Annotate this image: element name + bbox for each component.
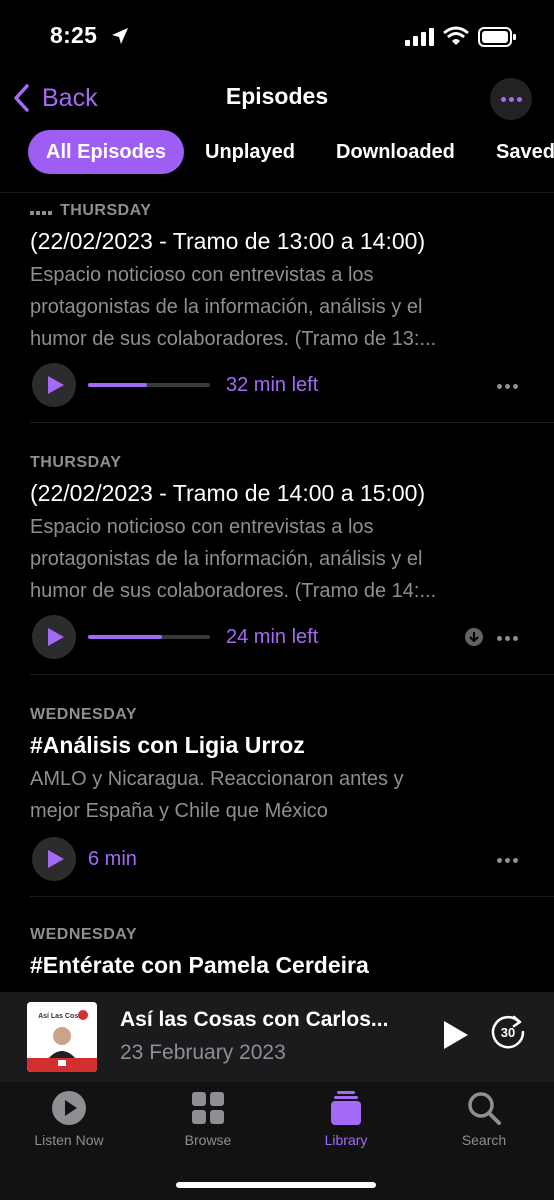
episode-title: #Entérate con Pamela Cerdeira — [30, 952, 369, 978]
downloaded-icon — [465, 628, 483, 646]
tab-listen-now[interactable]: Listen Now — [14, 1090, 124, 1148]
mini-player[interactable]: Así Las Cosas Así las Cosas con Carlos..… — [0, 992, 554, 1082]
progress-fill — [88, 635, 163, 639]
location-arrow-icon — [112, 28, 128, 44]
episode-more-button[interactable] — [497, 380, 525, 392]
more-options-button[interactable] — [490, 78, 532, 120]
episode-day: THURSDAY — [60, 202, 152, 220]
tab-label: Search — [461, 1132, 507, 1148]
time-remaining: 24 min left — [226, 626, 319, 648]
episode-day-row: THURSDAY — [30, 202, 151, 220]
page-title: Episodes — [225, 83, 329, 109]
cellular-signal-icon — [405, 28, 434, 46]
episode-description: AMLO y Nicaragua. Reaccionaron antes y m… — [30, 763, 530, 827]
episode-title: #Análisis con Ligia Urroz — [30, 732, 305, 758]
episode-description: Espacio noticioso con entrevistas a los … — [30, 511, 530, 607]
episode-title: (22/02/2023 - Tramo de 13:00 a 14:00) — [30, 228, 426, 254]
episode-description-line: protagonistas de la información, análisi… — [30, 548, 423, 570]
episode-description-line: mejor España y Chile que México — [30, 800, 328, 822]
episode-list[interactable]: THURSDAY (22/02/2023 - Tramo de 13:00 a … — [0, 192, 554, 992]
skip-seconds-label: 30 — [501, 1025, 515, 1040]
episode-more-button[interactable] — [497, 632, 525, 644]
episode-day: THURSDAY — [30, 454, 122, 471]
play-circle-icon — [52, 1091, 86, 1125]
episode-day: WEDNESDAY — [30, 926, 138, 943]
play-icon — [47, 376, 64, 394]
magnifier-icon — [468, 1092, 501, 1125]
play-icon — [47, 628, 64, 646]
progress-fill — [88, 383, 147, 387]
progress-bar — [88, 383, 210, 387]
play-icon — [47, 850, 64, 868]
progress-bar — [88, 635, 210, 639]
filter-all-episodes[interactable]: All Episodes — [28, 130, 185, 174]
tab-search[interactable]: Search — [429, 1090, 539, 1148]
podcast-artwork: Así Las Cosas — [27, 1002, 97, 1072]
episode-description-line: protagonistas de la información, análisi… — [30, 296, 423, 318]
divider — [30, 422, 554, 423]
filter-saved[interactable]: Saved — [478, 130, 554, 174]
now-playing-title: Así las Cosas con Carlos... — [120, 1008, 389, 1031]
now-playing-date: 23 February 2023 — [120, 1041, 286, 1064]
tab-label: Library — [324, 1132, 368, 1148]
episode-description-line: Espacio noticioso con entrevistas a los — [30, 264, 374, 286]
time-remaining: 32 min left — [226, 374, 319, 396]
in-progress-dots-icon — [30, 202, 54, 220]
battery-icon — [478, 27, 516, 47]
filter-unplayed[interactable]: Unplayed — [187, 130, 313, 174]
divider — [30, 896, 554, 897]
episode-description-line: humor de sus colaboradores. (Tramo de 14… — [30, 580, 437, 602]
library-stack-icon — [331, 1091, 361, 1125]
episode-filter-bar: All Episodes Unplayed Downloaded Saved — [0, 128, 554, 178]
episode-description-line: Espacio noticioso con entrevistas a los — [30, 516, 374, 538]
tab-label: Browse — [184, 1132, 232, 1148]
wifi-icon — [443, 26, 469, 45]
grid-icon — [192, 1092, 224, 1124]
filter-downloaded[interactable]: Downloaded — [318, 130, 473, 174]
tab-library[interactable]: Library — [291, 1090, 401, 1148]
episode-description-line: humor de sus colaboradores. (Tramo de 13… — [30, 328, 437, 350]
podcast-artwork-image: Así Las Cosas — [27, 1002, 97, 1072]
home-indicator — [176, 1182, 376, 1188]
tab-browse[interactable]: Browse — [153, 1090, 263, 1148]
divider — [30, 674, 554, 675]
episode-title: (22/02/2023 - Tramo de 14:00 a 15:00) — [30, 480, 426, 506]
mini-play-button[interactable] — [438, 1018, 472, 1052]
episode-description-line: AMLO y Nicaragua. Reaccionaron antes y — [30, 768, 404, 790]
play-button[interactable] — [32, 837, 76, 881]
episode-duration: 6 min — [88, 848, 137, 870]
tab-label: Listen Now — [34, 1132, 104, 1148]
ellipsis-icon — [500, 96, 522, 102]
skip-forward-30-icon[interactable]: 30 — [489, 1013, 527, 1051]
status-bar: 8:25 — [0, 0, 554, 70]
episode-description: Espacio noticioso con entrevistas a los … — [30, 259, 530, 355]
episode-day: WEDNESDAY — [30, 706, 138, 723]
status-time: 8:25 — [50, 22, 98, 48]
play-button[interactable] — [32, 615, 76, 659]
episode-more-button[interactable] — [497, 854, 525, 866]
play-button[interactable] — [32, 363, 76, 407]
